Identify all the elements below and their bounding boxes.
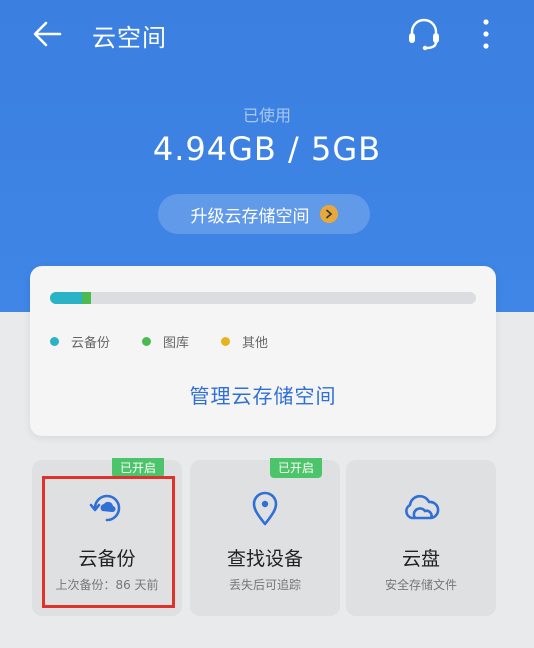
legend-label: 其他 [242,336,269,351]
used-label: 已使用 [242,106,291,125]
arrow-left-icon [33,21,62,47]
highlight-annotation-box [42,476,175,608]
cloud-drive-icon [405,494,440,520]
status-badge: 已开启 [111,458,164,478]
legend-dot [142,337,152,346]
usage-segment [50,292,82,304]
location-pin-icon [252,491,278,526]
tile-title: 查找设备 [226,548,303,570]
storage-usage-bar [50,292,476,304]
tile-subtitle: 安全存储文件 [384,578,457,592]
customer-service-button[interactable] [404,14,444,54]
chevron-right-icon [319,205,338,223]
legend-dot [50,337,59,346]
status-badge: 已开启 [269,458,322,478]
legend-item-cloud-backup: 云备份 [50,332,110,351]
tile-subtitle: 丢失后可追踪 [228,578,301,592]
back-button[interactable] [30,16,66,52]
headset-icon [409,18,439,51]
legend-label: 云备份 [71,336,111,351]
manage-storage-link[interactable]: 管理云存储空间 [30,380,496,409]
page-title: 云空间 [92,24,167,52]
usage-segment [82,292,91,304]
more-options-button[interactable] [474,14,498,54]
more-vertical-icon [483,19,489,49]
storage-legend: 云备份 图库 其他 [50,332,268,351]
upgrade-storage-button[interactable]: 升级云存储空间 [158,194,370,234]
legend-label: 图库 [163,336,190,351]
legend-item-other: 其他 [221,332,268,351]
storage-usage-card: 云备份 图库 其他 管理云存储空间 [30,266,496,436]
tile-title: 云盘 [401,548,440,570]
used-value: 4.94GB / 5GB [152,130,382,168]
legend-item-gallery: 图库 [142,332,189,351]
tile-find-device[interactable]: 已开启 查找设备 丢失后可追踪 [190,458,340,616]
legend-dot [221,337,231,346]
top-bar: 云空间 [0,0,534,70]
upgrade-storage-label: 升级云存储空间 [190,206,310,227]
tile-cloud-drive[interactable]: 云盘 安全存储文件 [346,460,496,616]
